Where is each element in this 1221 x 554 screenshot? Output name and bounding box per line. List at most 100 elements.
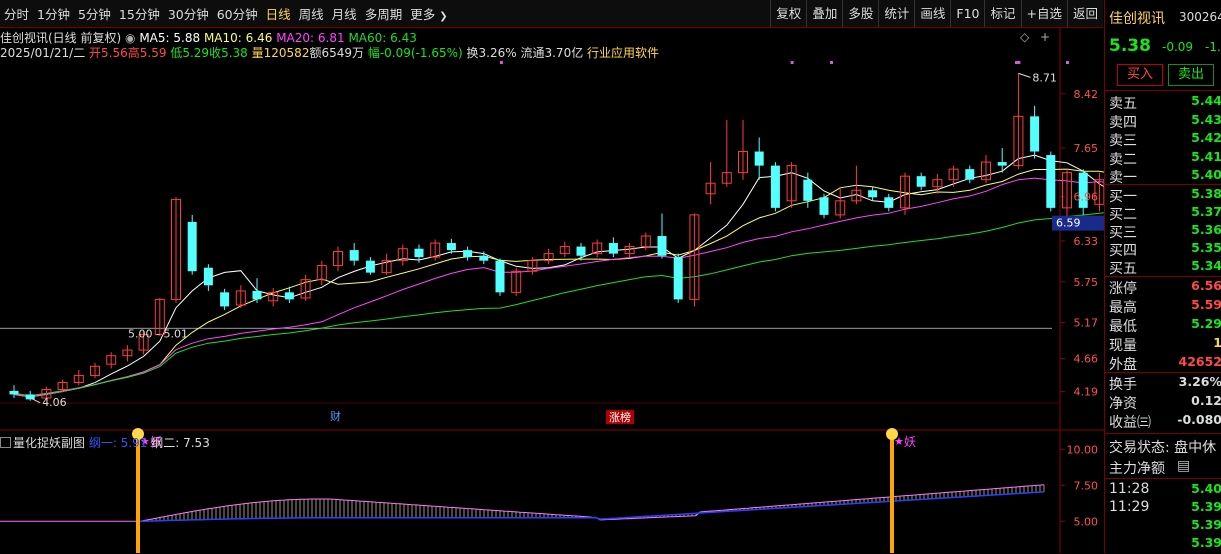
bid-value: 5.36 bbox=[1191, 222, 1221, 237]
tab-1min[interactable]: 1分钟 bbox=[33, 4, 74, 23]
period-toolbar: 分时 1分钟 5分钟 15分钟 30分钟 60分钟 日线 周线 月线 多周期 更… bbox=[0, 0, 1103, 28]
tick-row: 5.39 bbox=[1109, 535, 1221, 554]
divider bbox=[1105, 478, 1221, 479]
candle-body bbox=[674, 257, 683, 299]
tab-15min[interactable]: 15分钟 bbox=[115, 4, 164, 23]
candle-body bbox=[820, 197, 829, 215]
divider bbox=[1105, 184, 1221, 185]
main-net-label: 主力净额 bbox=[1109, 458, 1165, 478]
stat-label: 外盘 bbox=[1109, 354, 1137, 374]
quote-panel: 佳创视讯 300264 5.38 -0.09 -1.6 买入 卖出 卖五5.44… bbox=[1104, 0, 1221, 553]
ask-value: 5.43 bbox=[1191, 112, 1221, 127]
stock-code: 300264 bbox=[1179, 10, 1221, 24]
sub-y-tick-label: 10.00 bbox=[1067, 443, 1099, 456]
bid-label: 买二 bbox=[1109, 204, 1137, 224]
tab-60min[interactable]: 60分钟 bbox=[213, 4, 262, 23]
fund-value: -0.080 bbox=[1177, 412, 1221, 427]
candle-body bbox=[204, 268, 213, 286]
tab-more[interactable]: 更多 ❯ bbox=[406, 4, 451, 23]
tick-label: 11:28 bbox=[1109, 481, 1149, 497]
tick-value: 5.39 bbox=[1191, 535, 1221, 550]
stat-row: 最高5.59 bbox=[1109, 297, 1221, 316]
tab-5min[interactable]: 5分钟 bbox=[74, 4, 115, 23]
fund-label: 净资 bbox=[1109, 393, 1137, 413]
current-price-label: 6.59 bbox=[1056, 217, 1081, 230]
statistics-button[interactable]: 统计 bbox=[878, 0, 914, 27]
candle-body bbox=[609, 243, 618, 254]
signal-bar bbox=[136, 438, 140, 553]
y-tick-label: 8.42 bbox=[1074, 88, 1099, 101]
y-tick-label: 6.33 bbox=[1074, 235, 1099, 248]
tab-monthly[interactable]: 月线 bbox=[328, 4, 361, 23]
multi-stock-button[interactable]: 多股 bbox=[842, 0, 878, 27]
tab-multi-period[interactable]: 多周期 bbox=[361, 4, 407, 23]
ask-label: 卖三 bbox=[1109, 130, 1137, 150]
tab-weekly[interactable]: 周线 bbox=[295, 4, 328, 23]
main-net-row[interactable]: 主力净额▤ bbox=[1109, 458, 1221, 477]
tick-row: 5.39 bbox=[1109, 517, 1221, 536]
tick-value: 5.39 bbox=[1191, 517, 1221, 532]
kline-chart[interactable]: 8.714.065.00 - 5.01财涨榜 8.427.656.966.335… bbox=[0, 28, 1104, 553]
stat-row: 外盘 42652 bbox=[1109, 354, 1221, 373]
stat-row: 最低5.29 bbox=[1109, 316, 1221, 335]
candle-body bbox=[577, 247, 586, 256]
candle-body bbox=[496, 261, 505, 293]
bid-row: 买三5.36 bbox=[1109, 222, 1221, 241]
tool-buttons: 复权 叠加 多股 统计 画线 F10 标记 +自选 返回 bbox=[770, 0, 1103, 27]
stat-label: 涨停 bbox=[1109, 278, 1137, 298]
candle-body bbox=[998, 162, 1007, 166]
stat-label: 最低 bbox=[1109, 316, 1137, 336]
candle-body bbox=[771, 166, 780, 208]
back-button[interactable]: 返回 bbox=[1067, 0, 1103, 27]
ask-label: 卖五 bbox=[1109, 93, 1137, 113]
mark-button[interactable]: 标记 bbox=[984, 0, 1020, 27]
restore-right-button[interactable]: 复权 bbox=[770, 0, 806, 27]
indicator-icon[interactable] bbox=[0, 437, 11, 448]
candle-body bbox=[188, 222, 197, 271]
overlay-button[interactable]: 叠加 bbox=[806, 0, 842, 27]
tab-fenshi[interactable]: 分时 bbox=[0, 4, 33, 23]
tab-more-label: 更多 bbox=[410, 7, 435, 22]
ma10-line bbox=[14, 169, 1104, 397]
event-label-limitup: 涨榜 bbox=[609, 410, 631, 424]
star-icon: ★ bbox=[894, 435, 904, 448]
signal-label: 妖 bbox=[904, 435, 916, 449]
bid-label: 买一 bbox=[1109, 186, 1137, 206]
stat-value: 42652 bbox=[1179, 354, 1221, 369]
bid-row: 买一5.38 bbox=[1109, 186, 1221, 205]
sell-button[interactable]: 卖出 bbox=[1168, 64, 1214, 86]
ask-row: 卖三5.42 bbox=[1109, 130, 1221, 149]
buy-button[interactable]: 买入 bbox=[1117, 64, 1163, 86]
signal-bar bbox=[890, 438, 894, 553]
draw-line-button[interactable]: 画线 bbox=[914, 0, 950, 27]
stock-name: 佳创视讯 bbox=[1109, 8, 1165, 28]
candle-body bbox=[26, 394, 35, 399]
tab-30min[interactable]: 30分钟 bbox=[164, 4, 213, 23]
candle-body bbox=[868, 190, 877, 197]
y-tick-label: 4.19 bbox=[1074, 386, 1099, 399]
ma5-line bbox=[14, 155, 1104, 397]
tick-value: 5.39 bbox=[1191, 499, 1221, 514]
tab-daily[interactable]: 日线 bbox=[262, 4, 295, 23]
candle-body bbox=[1046, 155, 1055, 208]
sub-line2-value: 纲二: 7.53 bbox=[151, 436, 210, 450]
event-dot bbox=[1066, 61, 1069, 64]
candle-body bbox=[1030, 116, 1039, 151]
candle-body bbox=[415, 249, 424, 257]
low-marker-arrow bbox=[32, 399, 40, 403]
sub-indicator-name: 量化捉妖副图 bbox=[13, 436, 85, 450]
ask-label: 卖二 bbox=[1109, 149, 1137, 169]
add-watchlist-button[interactable]: +自选 bbox=[1021, 0, 1067, 27]
y-tick-label: 7.65 bbox=[1074, 142, 1099, 155]
sub-y-tick-label: 5.00 bbox=[1074, 515, 1099, 528]
last-price: 5.38 bbox=[1109, 36, 1151, 56]
f10-button[interactable]: F10 bbox=[950, 0, 984, 27]
y-tick-label: 6.96 bbox=[1074, 191, 1099, 204]
stat-value: 1 bbox=[1213, 335, 1221, 350]
event-dot bbox=[830, 61, 833, 64]
tick-value: 5.40 bbox=[1191, 481, 1221, 496]
price-change-pct: -1.6 bbox=[1205, 40, 1221, 54]
event-dot bbox=[791, 61, 794, 64]
candle-body bbox=[965, 169, 974, 180]
candle-body bbox=[285, 292, 294, 299]
